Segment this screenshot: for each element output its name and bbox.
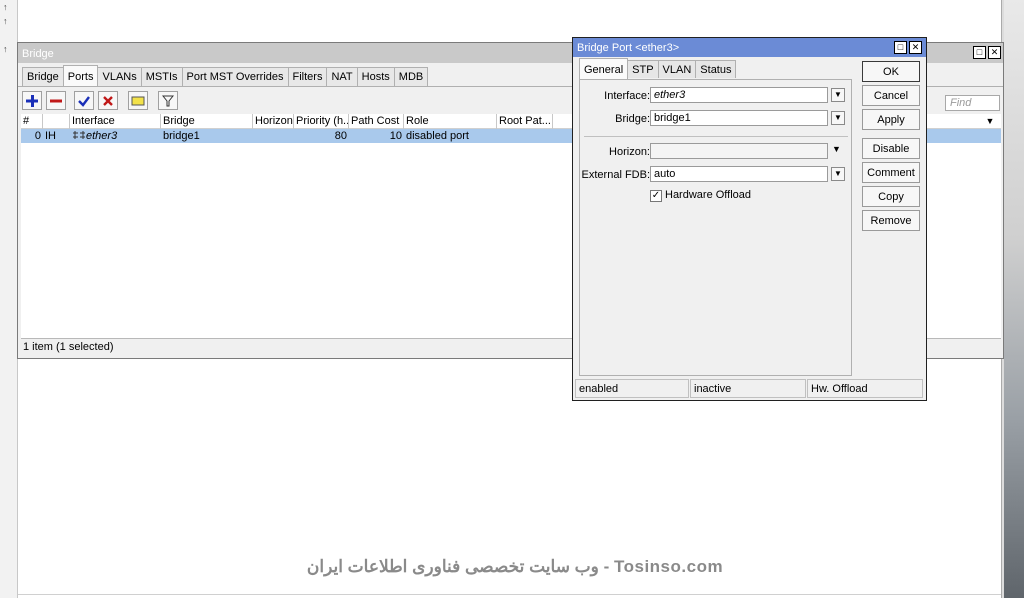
status-inactive: inactive <box>690 379 806 398</box>
dialog-title: Bridge Port <ether3> <box>573 38 926 57</box>
tab-mdb[interactable]: MDB <box>393 67 429 86</box>
maximize-icon[interactable]: □ <box>973 46 986 59</box>
background-divider <box>18 594 1001 595</box>
hardware-offload-checkbox[interactable]: ✓ <box>650 190 662 202</box>
bridge-tabs: Bridge Ports VLANs MSTIs Port MST Overri… <box>22 65 429 86</box>
maximize-icon[interactable]: □ <box>894 41 907 54</box>
status-hw-offload: Hw. Offload <box>807 379 923 398</box>
close-icon[interactable]: ✕ <box>909 41 922 54</box>
close-icon[interactable]: ✕ <box>988 46 1001 59</box>
horizon-label: Horizon: <box>609 146 650 158</box>
external-fdb-label: External FDB: <box>581 169 650 181</box>
interface-select[interactable]: ether3 <box>650 87 828 103</box>
interface-dropdown-icon[interactable]: ▼ <box>831 88 845 102</box>
tab-nat[interactable]: NAT <box>326 67 358 86</box>
tick-mark: ↑ <box>3 2 8 12</box>
watermark: وب سایت تخصصی فناوری اطلاعات ایران - Tos… <box>306 557 724 576</box>
divider <box>584 136 848 137</box>
find-input[interactable]: Find <box>945 95 1000 111</box>
cell-horizon <box>253 129 294 143</box>
tab-hosts[interactable]: Hosts <box>356 67 395 86</box>
external-fdb-dropdown-icon[interactable]: ▼ <box>831 167 845 181</box>
tab-port-mst-overrides[interactable]: Port MST Overrides <box>181 67 289 86</box>
x-icon <box>103 95 113 106</box>
column-header-role[interactable]: Role <box>404 114 497 129</box>
column-header-flags[interactable] <box>43 114 70 129</box>
general-panel: Interface: ether3 ▼ Bridge: bridge1 ▼ Ho… <box>579 79 852 376</box>
tab-status[interactable]: Status <box>695 60 737 78</box>
plus-icon <box>26 94 38 107</box>
interface-label: Interface: <box>604 90 650 102</box>
column-header-bridge[interactable]: Bridge <box>161 114 253 129</box>
tick-mark: ↑ <box>3 16 8 26</box>
column-header-root-path[interactable]: Root Pat... <box>497 114 553 129</box>
tab-vlan[interactable]: VLAN <box>657 60 697 78</box>
tab-stp[interactable]: STP <box>627 60 659 78</box>
disable-button[interactable]: Disable <box>862 138 920 159</box>
dialog-tabs: General STP VLAN Status <box>579 58 737 79</box>
cell-role: disabled port <box>406 130 469 142</box>
port-icon <box>73 131 85 139</box>
tab-bridge[interactable]: Bridge <box>22 67 64 86</box>
check-icon <box>78 95 90 107</box>
filter-button[interactable] <box>158 91 178 110</box>
bridge-dropdown-icon[interactable]: ▼ <box>831 111 845 125</box>
tab-filters[interactable]: Filters <box>287 67 328 86</box>
filter-icon <box>162 95 174 106</box>
disable-button[interactable] <box>98 91 118 110</box>
tab-ports[interactable]: Ports <box>62 65 99 86</box>
enable-button[interactable] <box>74 91 94 110</box>
add-button[interactable] <box>22 91 42 110</box>
external-fdb-select[interactable]: auto <box>650 166 828 182</box>
cell-interface-text: ether3 <box>86 130 118 142</box>
tab-general[interactable]: General <box>579 58 629 79</box>
cell-root-path <box>497 129 553 143</box>
remove-button[interactable] <box>46 91 66 110</box>
horizon-input[interactable] <box>650 143 828 159</box>
desktop-left-edge: ↑ ↑ ↑ <box>0 0 18 598</box>
ok-button[interactable]: OK <box>862 61 920 82</box>
columns-dropdown-icon[interactable]: ▼ <box>983 116 997 128</box>
bridge-label: Bridge: <box>615 113 650 125</box>
column-header-horizon[interactable]: Horizon <box>253 114 294 129</box>
copy-button[interactable]: Copy <box>862 186 920 207</box>
tab-mstis[interactable]: MSTIs <box>140 67 183 86</box>
comment-button[interactable]: Comment <box>862 162 920 183</box>
note-icon <box>131 96 145 105</box>
hardware-offload-label: Hardware Offload <box>665 189 752 201</box>
apply-button[interactable]: Apply <box>862 109 920 130</box>
bridge-select[interactable]: bridge1 <box>650 110 828 126</box>
minus-icon <box>50 99 62 102</box>
horizon-dropdown-icon[interactable]: ▼ <box>832 144 841 154</box>
cell-priority: 80 <box>334 130 347 142</box>
comment-button[interactable] <box>128 91 148 110</box>
cell-interface: ether3 <box>70 129 161 143</box>
tab-vlans[interactable]: VLANs <box>97 67 142 86</box>
tick-mark: ↑ <box>3 44 8 54</box>
cell-bridge: bridge1 <box>163 130 200 142</box>
column-header-number[interactable]: # <box>21 114 43 129</box>
column-header-interface[interactable]: Interface <box>70 114 161 129</box>
cell-number: 0 <box>34 130 41 142</box>
cell-path-cost: 10 <box>389 130 402 142</box>
cell-flags: IH <box>45 130 56 142</box>
status-enabled: enabled <box>575 379 689 398</box>
column-header-path-cost[interactable]: Path Cost <box>349 114 404 129</box>
remove-button[interactable]: Remove <box>862 210 920 231</box>
bridge-port-dialog: Bridge Port <ether3> □ ✕ General STP VLA… <box>572 37 927 401</box>
desktop-wallpaper-edge <box>1004 0 1024 598</box>
column-header-priority[interactable]: Priority (h... <box>294 114 349 129</box>
cancel-button[interactable]: Cancel <box>862 85 920 106</box>
background-window-top <box>18 0 1001 40</box>
